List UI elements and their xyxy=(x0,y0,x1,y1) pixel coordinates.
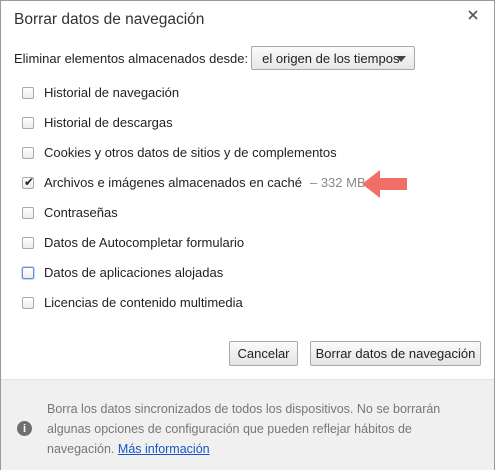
option-label: Archivos e imágenes almacenados en caché xyxy=(44,175,302,190)
annotation-arrow-icon xyxy=(362,170,407,198)
checkbox-checked[interactable]: ✔ xyxy=(22,174,35,189)
option-label: Licencias de contenido multimedia xyxy=(44,295,243,310)
option-autofill[interactable]: Datos de Autocompletar formulario xyxy=(22,235,244,250)
clear-data-button[interactable]: Borrar datos de navegación xyxy=(310,341,481,366)
cache-size: – 332 MB xyxy=(309,175,366,190)
option-label: Historial de descargas xyxy=(44,115,173,130)
info-icon: i xyxy=(17,421,32,436)
checkbox-focused[interactable] xyxy=(22,266,34,279)
more-info-link[interactable]: Más información xyxy=(118,442,210,456)
checkbox[interactable] xyxy=(22,146,34,159)
time-range-label: Eliminar elementos almacenados desde: xyxy=(14,50,249,66)
time-range-select[interactable]: el origen de los tiempos xyxy=(251,46,416,70)
close-icon[interactable] xyxy=(465,7,481,23)
time-range-row: Eliminar elementos almacenados desde: el… xyxy=(14,46,416,70)
checkbox[interactable] xyxy=(22,86,34,99)
footer-message: Borra los datos sincronizados de todos l… xyxy=(47,402,441,456)
option-passwords[interactable]: Contraseñas xyxy=(22,205,118,220)
checkmark-icon: ✔ xyxy=(24,174,35,189)
option-hosted-apps[interactable]: Datos de aplicaciones alojadas xyxy=(22,265,223,280)
option-browsing-history[interactable]: Historial de navegación xyxy=(22,85,179,100)
footer-text: Borra los datos sincronizados de todos l… xyxy=(47,399,457,459)
option-cookies[interactable]: Cookies y otros datos de sitios y de com… xyxy=(22,145,337,160)
option-label: Datos de Autocompletar formulario xyxy=(44,235,245,250)
option-cached-files[interactable]: ✔ Archivos e imágenes almacenados en cac… xyxy=(22,175,366,190)
option-label: Cookies y otros datos de sitios y de com… xyxy=(44,145,337,160)
chevron-down-icon xyxy=(396,56,407,62)
dialog-title: Borrar datos de navegación xyxy=(14,11,205,28)
option-label: Contraseñas xyxy=(44,205,118,220)
cancel-button[interactable]: Cancelar xyxy=(229,341,298,366)
option-label: Historial de navegación xyxy=(44,85,180,100)
checkbox[interactable] xyxy=(22,116,34,129)
option-media-licenses[interactable]: Licencias de contenido multimedia xyxy=(22,295,243,310)
option-label: Datos de aplicaciones alojadas xyxy=(44,265,224,280)
clear-browsing-data-dialog: Borrar datos de navegación Eliminar elem… xyxy=(0,0,495,470)
option-download-history[interactable]: Historial de descargas xyxy=(22,115,173,130)
time-range-value: el origen de los tiempos xyxy=(262,50,400,66)
checkbox[interactable] xyxy=(22,236,34,249)
checkbox[interactable] xyxy=(22,206,34,219)
checkbox[interactable] xyxy=(22,296,34,309)
sync-info-footer: i Borra los datos sincronizados de todos… xyxy=(1,379,494,470)
